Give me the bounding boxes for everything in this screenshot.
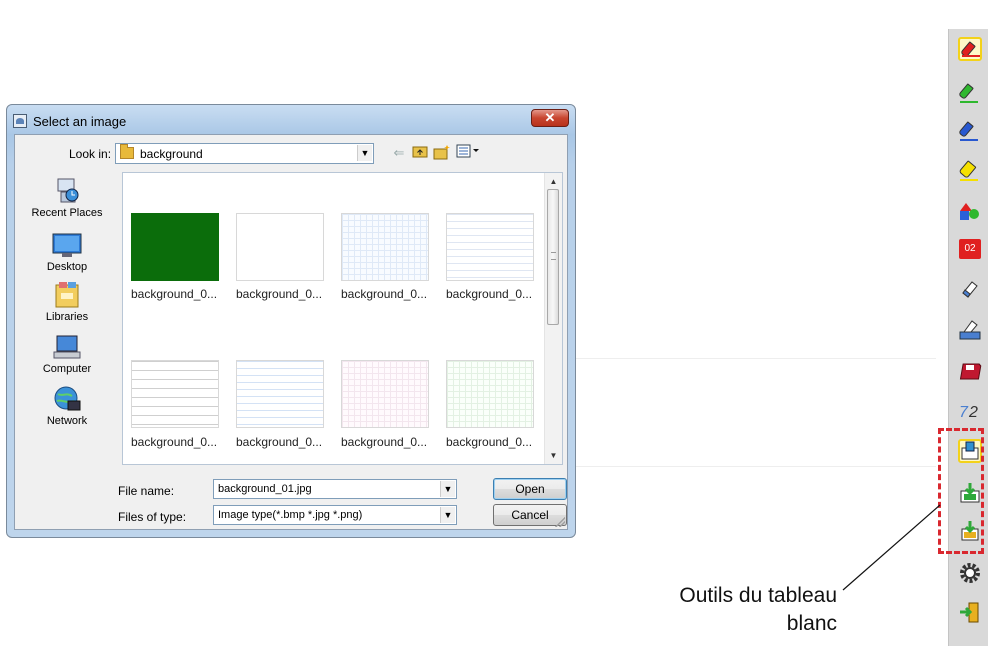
callout-label: Outils du tableau blanc <box>637 582 837 638</box>
callout-line-1: Outils du tableau <box>679 584 837 607</box>
callout-leader-line <box>842 504 941 591</box>
callout-line-2: blanc <box>786 612 837 635</box>
